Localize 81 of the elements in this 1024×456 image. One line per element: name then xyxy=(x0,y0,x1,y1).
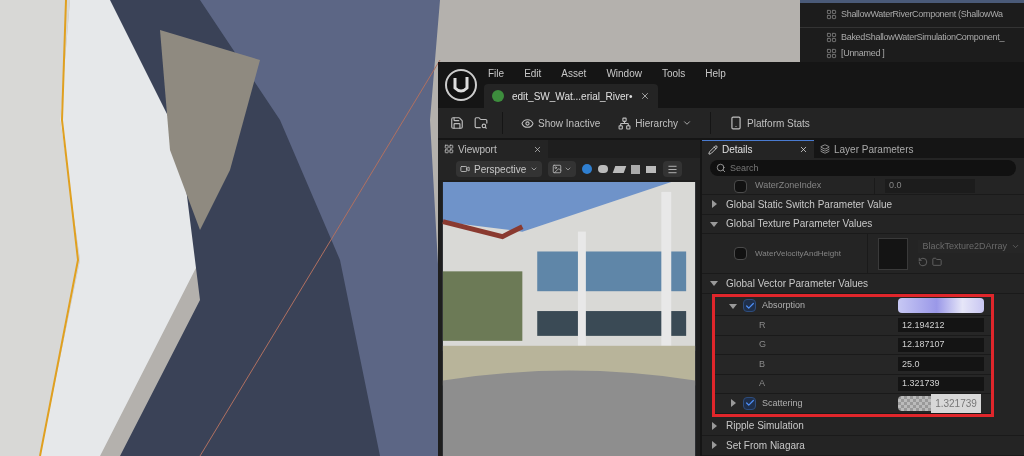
component-label: G xyxy=(758,338,767,351)
component-icon xyxy=(826,32,837,43)
menu-item[interactable]: Window xyxy=(606,65,642,81)
menu-item[interactable]: Edit xyxy=(524,65,542,81)
box-icon[interactable] xyxy=(646,165,657,173)
value-field[interactable]: 12.194212 xyxy=(898,318,984,333)
viewport-tab[interactable]: Viewport xyxy=(438,140,548,158)
collapsed-arrow-icon[interactable] xyxy=(729,399,737,408)
perspective-dropdown[interactable]: Perspective xyxy=(456,161,543,177)
checkbox[interactable] xyxy=(734,179,747,193)
outliner-item[interactable]: ShallowWaterRiverComponent (ShallowWa xyxy=(841,7,1003,22)
component-label: R xyxy=(758,318,767,332)
toolbar-button[interactable]: Show Inactive xyxy=(517,112,605,134)
toolbar-button[interactable]: Platform Stats xyxy=(725,112,814,134)
search-field[interactable]: Search xyxy=(710,160,1016,176)
parameter-name: Absorption xyxy=(762,299,806,312)
document-tab[interactable]: edit_SW_Wat...erial_River• xyxy=(484,84,659,108)
logo-icon xyxy=(444,68,478,102)
image-icon xyxy=(552,164,563,174)
expanded-arrow-icon[interactable] xyxy=(710,279,718,288)
collapsed-arrow-icon[interactable] xyxy=(710,421,718,430)
group-header[interactable]: Global Texture Parameter Values xyxy=(726,216,873,232)
save-icon[interactable] xyxy=(450,116,464,130)
checkbox[interactable] xyxy=(734,247,747,260)
collapsed-arrow-icon[interactable] xyxy=(710,441,718,450)
group-header[interactable]: Ripple Simulation xyxy=(726,418,804,434)
menu-icon xyxy=(667,163,678,175)
search-icon xyxy=(716,163,726,173)
checkbox[interactable] xyxy=(743,396,756,410)
menu-item[interactable]: Help xyxy=(705,65,726,81)
phone-icon xyxy=(729,116,744,130)
browse-icon[interactable] xyxy=(474,116,488,130)
menu-button[interactable] xyxy=(663,161,682,177)
toolbar-button[interactable]: Hierarchy xyxy=(614,112,697,134)
tab-label: edit_SW_Wat...erial_River• xyxy=(512,89,633,104)
close-icon[interactable] xyxy=(640,91,651,101)
texture-thumbnail xyxy=(877,237,909,270)
caret-icon xyxy=(1011,242,1020,251)
group-header[interactable]: Global Static Switch Parameter Value xyxy=(726,196,892,212)
pencil-icon xyxy=(708,144,718,155)
component-label: B xyxy=(758,357,766,371)
cylinder-icon[interactable] xyxy=(598,165,609,173)
value-field[interactable]: 25.0 xyxy=(898,357,984,372)
value-field[interactable]: 1.321739 xyxy=(898,376,984,391)
material-icon xyxy=(492,90,504,102)
menu-item[interactable]: File xyxy=(488,65,505,81)
outliner-item[interactable]: [Unnamed ] xyxy=(841,46,885,61)
plane-icon[interactable] xyxy=(613,165,627,173)
close-icon[interactable] xyxy=(533,144,542,154)
color-swatch[interactable] xyxy=(898,298,984,314)
component-icon xyxy=(826,47,837,59)
caret-icon xyxy=(564,165,573,173)
caret-icon xyxy=(682,118,693,128)
panel-tab[interactable]: Details xyxy=(702,140,814,158)
value-field[interactable]: 12.187107 xyxy=(898,337,984,352)
expanded-arrow-icon[interactable] xyxy=(710,219,718,228)
caret-icon xyxy=(530,165,539,173)
camera-icon xyxy=(460,164,470,174)
cube-icon[interactable] xyxy=(631,164,641,174)
menu-item[interactable]: Tools xyxy=(661,65,686,81)
parameter-name: Scattering xyxy=(762,396,803,410)
close-icon[interactable] xyxy=(799,145,808,154)
layers-icon xyxy=(820,144,830,154)
parameter-name: WaterVelocityAndHeight xyxy=(755,247,841,260)
outliner-item[interactable]: BakedShallowWaterSimulationComponent_ xyxy=(841,30,1005,45)
checker-color-swatch[interactable] xyxy=(898,395,931,411)
collapsed-arrow-icon[interactable] xyxy=(710,200,718,209)
value-field[interactable]: 0.0 xyxy=(885,179,975,193)
hierarchy-icon xyxy=(618,116,632,130)
group-header[interactable]: Global Vector Parameter Values xyxy=(726,275,869,291)
view-options-button[interactable] xyxy=(548,161,577,177)
expanded-arrow-icon[interactable] xyxy=(729,301,737,310)
viewport-icon xyxy=(444,144,454,154)
component-icon xyxy=(826,9,837,21)
component-label: A xyxy=(758,377,766,390)
menu-item[interactable]: Asset xyxy=(561,65,587,81)
checkbox[interactable] xyxy=(743,299,756,313)
parameter-name: WaterZoneIndex xyxy=(755,179,822,193)
panel-tab[interactable]: Layer Parameters xyxy=(814,140,920,158)
group-header[interactable]: Set From Niagara xyxy=(726,437,805,453)
eye-icon xyxy=(521,116,534,130)
